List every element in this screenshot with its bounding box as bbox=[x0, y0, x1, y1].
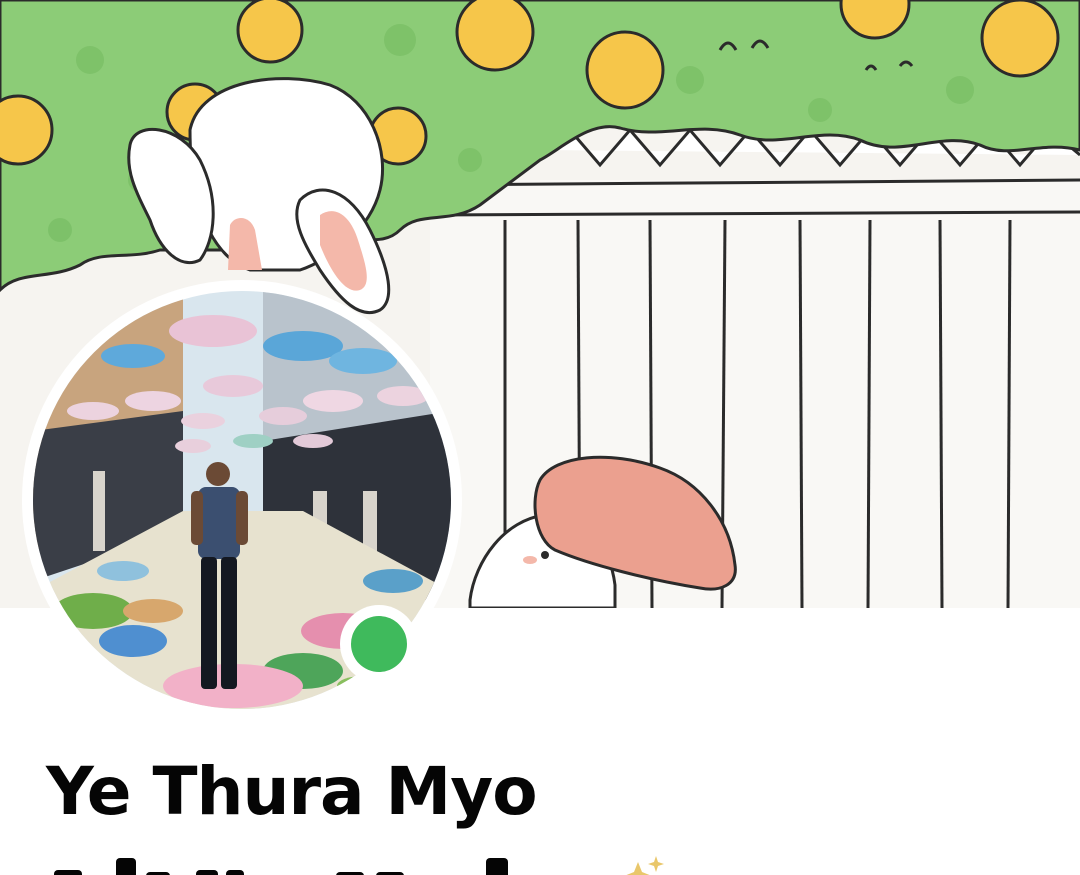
online-status-indicator bbox=[340, 605, 418, 683]
profile-page: Ye Thura Myo bbox=[0, 0, 1080, 875]
online-dot-icon bbox=[351, 616, 407, 672]
bio-cutoff-text bbox=[54, 856, 664, 875]
sparkle-icon bbox=[626, 856, 664, 875]
profile-bio bbox=[46, 848, 666, 875]
profile-name: Ye Thura Myo bbox=[46, 753, 538, 830]
